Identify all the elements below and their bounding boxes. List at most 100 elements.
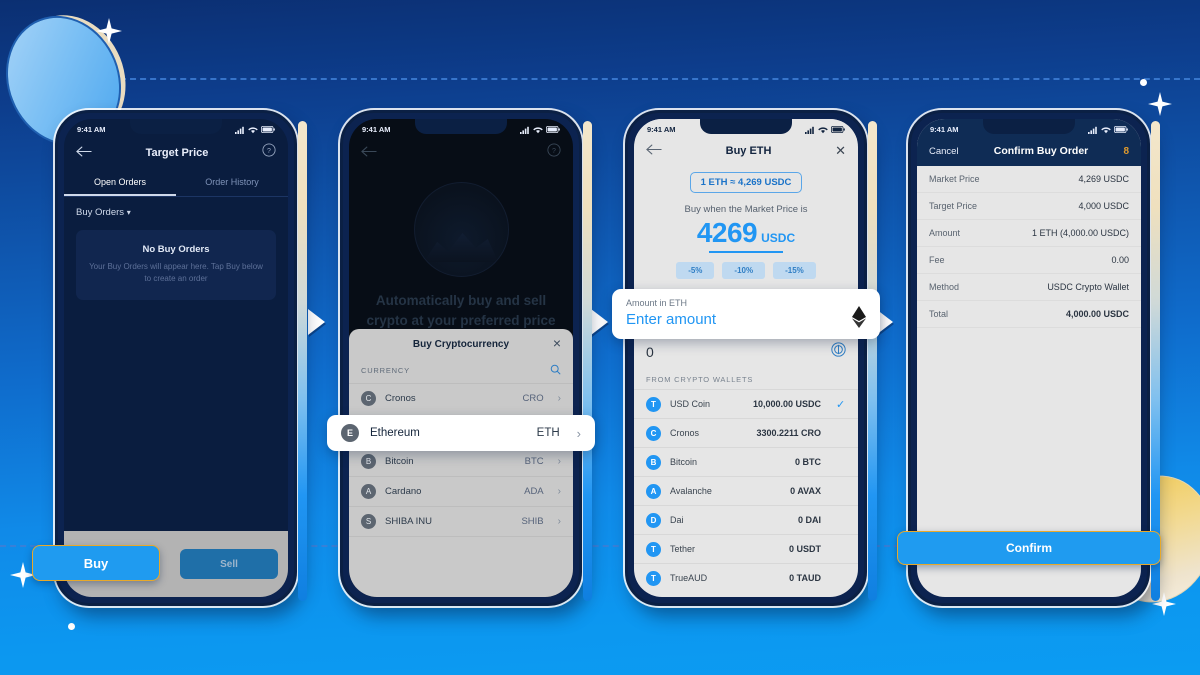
phone-edge-accent-4 (1151, 121, 1160, 601)
coin-badge-icon: A (361, 484, 376, 499)
detail-row: Fee 0.00 (917, 247, 1141, 274)
wallet-name: Dai (670, 515, 684, 525)
currency-row-ethereum-highlighted[interactable]: E Ethereum ETH › (327, 415, 595, 451)
detail-key: Amount (929, 228, 961, 238)
status-time: 9:41 AM (77, 125, 106, 134)
currency-name: Cronos (385, 393, 416, 404)
cancel-button[interactable]: Cancel (929, 146, 959, 157)
page-title: Target Price (145, 146, 209, 159)
phone-notch (130, 119, 222, 134)
detail-key: Target Price (929, 201, 978, 211)
screen-2: 9:41 AM ? Automatically buy and sell cry… (349, 119, 573, 597)
svg-text:?: ? (552, 148, 556, 155)
help-icon[interactable]: ? (262, 143, 276, 162)
list-item[interactable]: S SHIBA INU SHIB › (349, 506, 573, 536)
sparkle-icon (1148, 92, 1172, 116)
detail-key: Method (929, 282, 960, 292)
sheet-header: Buy Cryptocurrency × (349, 329, 573, 359)
wifi-icon (248, 126, 258, 133)
back-arrow-icon[interactable] (361, 144, 377, 162)
list-item[interactable]: A Cardano ADA › (349, 476, 573, 506)
close-icon[interactable]: × (553, 336, 561, 350)
buy-button[interactable]: Buy (32, 545, 160, 581)
close-icon[interactable]: ✕ (835, 143, 846, 159)
chip-minus-5[interactable]: -5% (676, 262, 715, 279)
dashed-line-top (120, 78, 1200, 80)
signal-icon (235, 126, 244, 134)
currency-ticker: CRO (522, 393, 544, 404)
wallet-row[interactable]: T TrueAUD 0 TAUD (634, 563, 858, 592)
coin-badge-icon: B (646, 454, 661, 470)
status-icons (805, 126, 845, 134)
wallet-name: Bitcoin (670, 457, 698, 467)
wallets-section-label: FROM CRYPTO WALLETS (646, 375, 754, 384)
wallet-row[interactable]: D Dai 0 DAI (634, 505, 858, 534)
chevron-right-icon: › (557, 393, 561, 404)
back-arrow-icon[interactable] (76, 144, 92, 162)
nav-bar-4: Cancel Confirm Buy Order 8 (917, 140, 1141, 166)
currency-section-label: CURRENCY (361, 366, 410, 375)
exchange-rate-pill: 1 ETH ≈ 4,269 USDC (689, 172, 803, 193)
ethereum-diamond-icon (852, 306, 866, 328)
coin-badge-icon: C (361, 391, 376, 406)
phone-screen-buy-eth: 9:41 AM Buy ETH ✕ 1 ETH ≈ 4,269 USDC Buy… (612, 110, 880, 606)
page-title: Confirm Buy Order (993, 145, 1089, 157)
status-icons (1088, 126, 1128, 134)
tab-open-orders[interactable]: Open Orders (64, 171, 176, 196)
wallet-name: Tether (670, 544, 696, 554)
status-time: 9:41 AM (362, 125, 391, 134)
back-arrow-icon[interactable] (646, 142, 662, 160)
phone-notch (983, 119, 1075, 134)
chevron-right-icon: › (557, 456, 561, 467)
empty-state-title: No Buy Orders (142, 244, 210, 255)
flow-arrow-2 (591, 309, 608, 335)
amount-input-label: Amount in ETH (626, 298, 688, 308)
sell-button[interactable]: Sell (180, 549, 278, 579)
screen-3: 9:41 AM Buy ETH ✕ 1 ETH ≈ 4,269 USDC Buy… (634, 119, 858, 597)
screen-4: 9:41 AM Cancel Confirm Buy Order 8 Marke… (917, 119, 1141, 597)
wallet-row[interactable]: T Tether 0 USDT (634, 534, 858, 563)
search-icon[interactable] (550, 364, 561, 377)
buy-orders-label: Buy Orders (76, 207, 125, 218)
chip-minus-15[interactable]: -15% (773, 262, 816, 279)
status-time: 9:41 AM (930, 125, 959, 134)
wallet-row[interactable]: A Avalanche 0 AVAX (634, 476, 858, 505)
phone-edge-accent-2 (583, 121, 592, 601)
target-price-display[interactable]: 4269 USDC (634, 217, 858, 251)
wallet-row[interactable]: C Cronos 3300.2211 CRO (634, 418, 858, 447)
wallet-balance: 0 TAUD (789, 573, 821, 583)
currency-name: Cardano (385, 486, 422, 497)
buy-orders-dropdown[interactable]: Buy Orders ▾ (64, 197, 288, 224)
confirm-button[interactable]: Confirm (897, 531, 1161, 565)
wifi-icon (1101, 126, 1111, 133)
wallet-balance: 0 DAI (797, 515, 821, 525)
list-item[interactable]: C Cronos CRO › (349, 383, 573, 413)
phone-screen-target-price: 9:41 AM Target Price ? Open Orders Order… (32, 110, 307, 606)
phone-screen-buy-cryptocurrency: 9:41 AM ? Automatically buy and sell cry… (327, 110, 595, 606)
wifi-icon (533, 126, 543, 133)
swap-currency-icon[interactable] (831, 342, 846, 362)
amount-input-card[interactable]: Amount in ETH Enter amount (612, 289, 880, 339)
empty-state-subtitle: Your Buy Orders will appear here. Tap Bu… (89, 262, 263, 283)
amount-input-value[interactable]: Enter amount (626, 311, 716, 328)
detail-value: 4,000.00 USDC (1065, 309, 1129, 319)
chevron-right-icon: › (557, 486, 561, 497)
chip-minus-10[interactable]: -10% (722, 262, 766, 279)
nav-bar-1: Target Price ? (64, 140, 288, 171)
nav-bar-2: ? (349, 140, 573, 166)
wallet-row[interactable]: B Bitcoin 0 BTC (634, 447, 858, 476)
discount-chip-group: -5% -10% -15% (634, 253, 858, 279)
detail-key: Total (929, 309, 949, 319)
detail-row: Amount 1 ETH (4,000.00 USDC) (917, 220, 1141, 247)
help-icon[interactable]: ? (547, 143, 561, 162)
detail-value: 1 ETH (4,000.00 USDC) (1031, 228, 1129, 238)
detail-row-total: Total 4,000.00 USDC (917, 301, 1141, 328)
countdown-timer: 8 (1123, 145, 1129, 157)
wallet-row[interactable]: T USD Coin 10,000.00 USDC ✓ (634, 389, 858, 418)
detail-value: 4,269 USDC (1078, 174, 1129, 184)
tab-order-history[interactable]: Order History (176, 171, 288, 196)
currency-name: Bitcoin (385, 456, 414, 467)
currency-ticker: ETH (536, 427, 560, 439)
screen-1: 9:41 AM Target Price ? Open Orders Order… (64, 119, 288, 597)
wallet-balance: 0 USDT (788, 544, 821, 554)
